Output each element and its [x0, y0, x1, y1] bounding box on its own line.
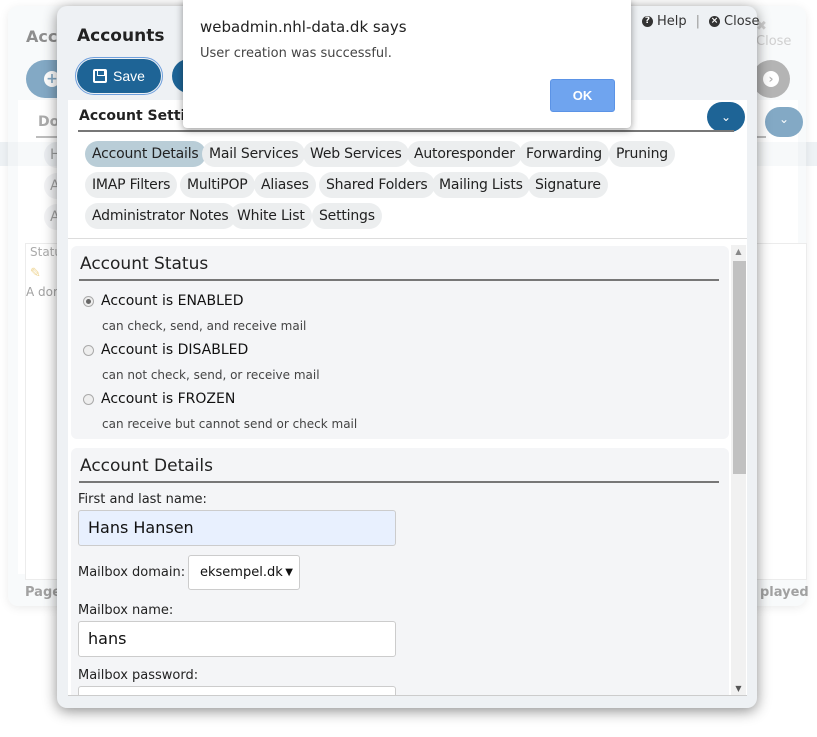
tab-shared-folders[interactable]: Shared Folders — [319, 172, 435, 198]
mailbox-name-label: Mailbox name: — [78, 603, 174, 618]
mailbox-domain-select[interactable]: eksempel.dk ▼ — [188, 555, 300, 590]
tab-mailing-lists[interactable]: Mailing Lists — [432, 172, 530, 198]
account-details-title: Account Details — [80, 456, 213, 476]
close-link[interactable]: Close — [724, 14, 759, 29]
browser-alert-dialog: webadmin.nhl-data.dk says User creation … — [183, 0, 631, 128]
scroll-up-arrow-icon[interactable]: ▲ — [731, 247, 746, 256]
tab-pruning[interactable]: Pruning — [609, 141, 675, 167]
radio-enabled[interactable]: Account is ENABLED — [83, 293, 244, 309]
modal-header-links: ? Help | × Close — [642, 14, 759, 29]
tab-signature[interactable]: Signature — [528, 172, 608, 198]
radio-frozen[interactable]: Account is FROZEN — [83, 391, 235, 407]
domain-label: Mailbox domain: — [78, 565, 186, 580]
folder-icon: ✎ — [30, 266, 41, 281]
scroll-down-arrow-icon[interactable]: ▼ — [731, 684, 746, 693]
radio-button[interactable] — [83, 393, 94, 405]
divider — [79, 279, 719, 281]
help-icon: ? — [642, 16, 653, 27]
chevron-down-icon: ⌄ — [778, 112, 790, 126]
chevron-down-icon: ⌄ — [720, 110, 732, 124]
account-form-scroll-area: Account Status Account is ENABLED can ch… — [68, 239, 747, 696]
radio-description: can not check, send, or receive mail — [102, 368, 320, 382]
tab-mail-services[interactable]: Mail Services — [202, 141, 306, 167]
divider — [79, 481, 719, 483]
tab-administrator-notes[interactable]: Administrator Notes — [85, 203, 236, 229]
link-separator: | — [695, 14, 701, 29]
background-expand-button: ⌄ — [765, 107, 803, 137]
tab-web-services[interactable]: Web Services — [303, 141, 409, 167]
dropdown-arrow-icon: ▼ — [285, 567, 293, 578]
mailbox-password-label: Mailbox password: — [78, 668, 199, 683]
background-next-button: › — [752, 60, 790, 98]
radio-description: can check, send, and receive mail — [102, 319, 307, 333]
tab-autoresponder[interactable]: Autoresponder — [407, 141, 522, 167]
collapse-settings-button[interactable]: ⌄ — [707, 102, 745, 132]
save-button-label: Save — [113, 68, 145, 84]
full-name-input[interactable]: Hans Hansen — [78, 510, 396, 546]
help-link[interactable]: Help — [657, 14, 687, 29]
account-status-title: Account Status — [80, 254, 209, 274]
tab-imap-filters[interactable]: IMAP Filters — [85, 172, 178, 198]
save-button[interactable]: Save — [75, 57, 163, 95]
account-details-section: Account Details First and last name: Han… — [71, 448, 729, 695]
divider — [78, 130, 734, 132]
alert-message: User creation was successful. — [200, 46, 392, 61]
background-footer-text: played — [760, 585, 809, 600]
floppy-disk-icon — [93, 69, 108, 83]
form-scrollbar[interactable]: ▲ ▼ — [731, 245, 746, 695]
background-close-button: ✖ Close — [756, 19, 792, 49]
name-label: First and last name: — [78, 492, 207, 507]
radio-button[interactable] — [83, 344, 94, 356]
alert-title: webadmin.nhl-data.dk says — [200, 18, 407, 36]
tab-settings[interactable]: Settings — [312, 203, 382, 229]
close-icon: × — [709, 16, 721, 27]
tab-account-details[interactable]: Account Details — [85, 141, 206, 167]
radio-disabled[interactable]: Account is DISABLED — [83, 342, 248, 358]
tab-white-list[interactable]: White List — [230, 203, 312, 229]
tab-aliases[interactable]: Aliases — [254, 172, 316, 198]
tab-multipop[interactable]: MultiPOP — [180, 172, 255, 198]
radio-description: can receive but cannot send or check mai… — [102, 417, 358, 431]
radio-button-checked[interactable] — [83, 295, 94, 307]
tab-forwarding[interactable]: Forwarding — [519, 141, 609, 167]
account-status-section: Account Status Account is ENABLED can ch… — [71, 246, 729, 439]
ok-button[interactable]: OK — [550, 79, 615, 112]
scrollbar-thumb[interactable] — [733, 261, 746, 474]
mailbox-name-input[interactable]: hans — [78, 621, 396, 657]
mailbox-password-input[interactable] — [78, 686, 396, 695]
chevron-right-icon: › — [763, 71, 779, 87]
modal-title: Accounts — [77, 26, 165, 46]
